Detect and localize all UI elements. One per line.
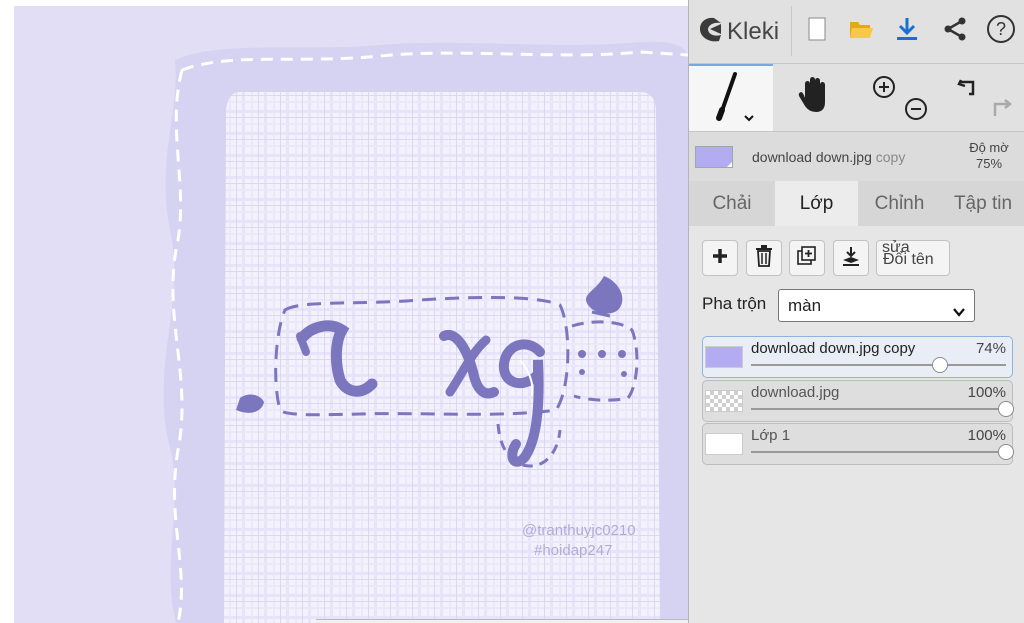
zoom-tool-button[interactable] xyxy=(857,64,941,131)
layer-opacity-track xyxy=(751,408,1006,410)
open-folder-icon xyxy=(848,18,874,45)
current-layer-color[interactable] xyxy=(695,146,733,168)
layer-name: download down.jpg copy xyxy=(751,340,916,357)
merge-down-icon xyxy=(841,246,861,271)
current-layer-name-main: download down.jpg xyxy=(752,149,872,165)
blend-mode-label: Pha trộn xyxy=(702,294,767,313)
tool-selector xyxy=(689,64,1024,132)
new-image-button[interactable] xyxy=(797,10,837,52)
zoom-out-icon xyxy=(903,96,929,127)
panel-tabs: Chải Lớp Chỉnh Tập tin xyxy=(689,181,1024,226)
canvas-watermark: @tranthuyjc0210 #hoidap247 xyxy=(522,521,636,561)
share-icon xyxy=(942,16,968,47)
current-layer-opacity[interactable]: Độ mờ 75% xyxy=(957,140,1021,172)
top-toolbar: Kleki ? xyxy=(689,0,1024,64)
svg-text:?: ? xyxy=(996,19,1006,39)
tab-file[interactable]: Tập tin xyxy=(941,181,1024,226)
brush-tool-icon xyxy=(705,68,757,129)
new-image-icon xyxy=(808,17,826,46)
layer-opacity-slider[interactable] xyxy=(998,401,1014,417)
watermark-line-1: @tranthuyjc0210 xyxy=(522,522,636,539)
add-layer-button[interactable] xyxy=(702,240,738,276)
layer-name: download.jpg xyxy=(751,384,840,401)
current-layer-name: download down.jpg copy xyxy=(752,149,905,165)
opacity-value: 75% xyxy=(975,156,1003,171)
chevron-down-icon xyxy=(952,298,966,329)
rename-button-label: Đổi tên xyxy=(883,251,934,268)
help-button[interactable]: ? xyxy=(981,10,1021,52)
watermark-line-2: #hoidap247 xyxy=(534,542,613,559)
layer-thumbnail xyxy=(705,346,743,368)
download-icon xyxy=(895,16,919,47)
delete-layer-icon xyxy=(755,244,773,272)
layer-thumbnail xyxy=(705,433,743,455)
layer-item-lop-1[interactable]: Lớp 1 100% xyxy=(702,423,1014,465)
blend-mode-select[interactable]: màn xyxy=(778,289,975,322)
layer-opacity-slider[interactable] xyxy=(998,444,1014,460)
open-file-button[interactable] xyxy=(841,10,881,52)
blend-mode-value: màn xyxy=(788,296,822,315)
layer-item-download-down-copy[interactable]: download down.jpg copy 74% xyxy=(702,336,1013,378)
merge-down-button[interactable] xyxy=(833,240,869,276)
layer-name: Lớp 1 xyxy=(751,427,791,444)
app-name: Kleki xyxy=(727,18,780,45)
layer-thumbnail xyxy=(705,390,743,412)
share-button[interactable] xyxy=(935,10,975,52)
current-layer-name-suffix: copy xyxy=(875,149,906,165)
delete-layer-button[interactable] xyxy=(746,240,782,276)
hand-tool-button[interactable] xyxy=(773,64,857,131)
side-panel: Kleki ? download down.jpg copy Độ mờ 75%… xyxy=(688,0,1024,623)
tab-edit[interactable]: Chỉnh xyxy=(858,181,941,226)
kleki-logo-icon xyxy=(697,15,725,50)
brush-tool-button[interactable] xyxy=(689,64,773,131)
layer-opacity: 74% xyxy=(975,340,1006,357)
current-layer-row: download down.jpg copy Độ mờ 75% xyxy=(689,133,1024,181)
hand-tool-icon xyxy=(795,74,835,121)
layer-opacity-track xyxy=(751,364,1006,366)
add-layer-icon xyxy=(712,248,728,269)
canvas-bottom-edge xyxy=(316,619,688,623)
undo-icon xyxy=(957,74,983,105)
kleki-logo[interactable]: Kleki xyxy=(697,14,779,50)
zoom-in-icon xyxy=(871,74,897,105)
rename-layer-button[interactable]: sửa Đổi tên xyxy=(876,239,950,276)
tab-layers[interactable]: Lớp xyxy=(775,181,858,226)
duplicate-layer-button[interactable] xyxy=(789,240,825,276)
layer-opacity: 100% xyxy=(967,427,1006,444)
tab-brush[interactable]: Chải xyxy=(689,181,775,226)
drawing-canvas[interactable]: @tranthuyjc0210 #hoidap247 xyxy=(0,0,688,623)
help-icon: ? xyxy=(986,14,1016,49)
redo-icon xyxy=(987,96,1013,127)
layer-opacity-track xyxy=(751,451,1006,453)
layer-opacity-slider[interactable] xyxy=(931,357,948,373)
undo-redo-button[interactable] xyxy=(941,64,1024,131)
duplicate-layer-icon xyxy=(797,245,817,271)
layer-item-download[interactable]: download.jpg 100% xyxy=(702,380,1014,422)
layers-tab-content: sửa Đổi tên Pha trộn màn download down.j… xyxy=(689,226,1024,623)
download-button[interactable] xyxy=(887,10,927,52)
layer-opacity: 100% xyxy=(967,384,1006,401)
opacity-label: Độ mờ xyxy=(969,140,1009,155)
toolbar-separator xyxy=(791,6,792,56)
